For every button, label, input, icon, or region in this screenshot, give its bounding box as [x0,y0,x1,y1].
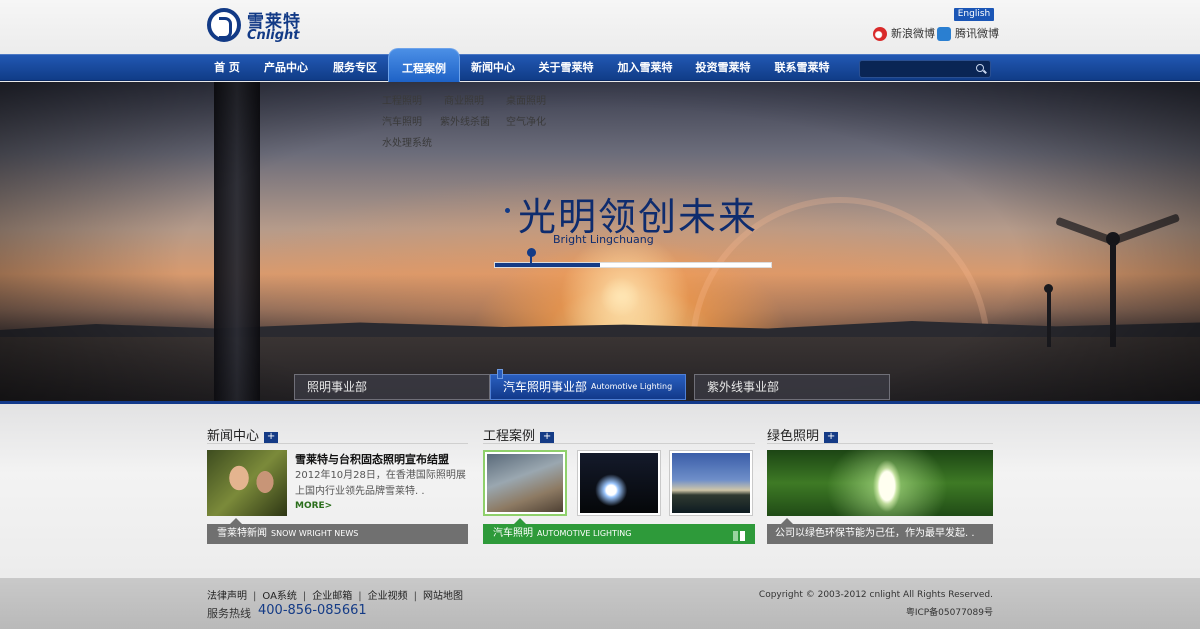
section-title: 工程案例 [483,429,536,444]
hero-tab-label: 紫外线事业部 [707,380,780,394]
hero-tab-lighting[interactable]: 照明事业部 [294,374,490,400]
main-nav: 首 页 产品中心 服务专区 工程案例 新闻中心 关于雪莱特 加入雪莱特 投资雪莱… [0,48,1200,82]
submenu-item[interactable]: 紫外线杀菌 [440,113,490,128]
nav-item-news[interactable]: 新闻中心 [465,55,521,82]
hero-progress[interactable] [494,248,772,268]
case-image [672,453,750,513]
divider [767,443,993,444]
sina-weibo-link[interactable]: 新浪微博 [873,26,935,42]
news-headline[interactable]: 雪莱特与台积固态照明宣布结盟 [295,451,449,467]
green-image[interactable] [767,450,993,516]
separator: | [302,591,307,602]
tencent-weibo-label: 腾讯微博 [955,27,999,40]
nav-item-cases[interactable]: 工程案例 [388,48,460,82]
case-image [580,453,658,513]
header: 雪莱特 Cnlight English 新浪微博 腾讯微博 [0,0,1200,54]
nav-item-service[interactable]: 服务专区 [327,55,383,82]
case-bar[interactable]: 汽车照明 AUTOMOTIVE LIGHTING [483,524,755,544]
page: 雪莱特 Cnlight English 新浪微博 腾讯微博 首 页 产品中心 服… [0,0,1200,629]
nav-item-join[interactable]: 加入雪莱特 [612,55,678,82]
hero-tab-sub: Automotive Lighting [591,382,673,391]
footer-link[interactable]: OA系统 [262,587,297,602]
logo-text-en: Cnlight [247,28,300,43]
section-cases: 工程案例 + [483,425,555,444]
case-thumbnail[interactable] [669,450,753,516]
separator: | [253,591,257,602]
case-thumbnail[interactable] [577,450,661,516]
footer-link[interactable]: 企业视频 [368,587,408,602]
section-green: 绿色照明 + [767,425,839,444]
search-box [859,60,991,82]
submenu-item[interactable]: 桌面照明 [506,92,546,107]
nav-item-contact[interactable]: 联系雪莱特 [769,55,835,82]
footer: 法律声明 | OA系统 | 企业邮箱 | 企业视频 | 网站地图 服务热线 400-856-08… [0,578,1200,629]
sina-weibo-label: 新浪微博 [891,27,935,40]
plus-icon[interactable]: + [824,432,839,443]
slogan-bullet [505,208,510,213]
submenu-item[interactable]: 水处理系统 [382,134,432,149]
section-news: 新闻中心 + [207,425,279,444]
submenu-item[interactable]: 空气净化 [506,113,546,128]
hero-slogan-en: Bright Lingchuang [553,233,654,246]
separator: | [358,591,362,602]
hotline-number: 400-856-085661 [258,603,367,618]
hotline-label: 服务热线 [207,607,251,620]
search-input[interactable] [860,65,970,82]
more-link[interactable]: MORE> [295,501,332,511]
news-bar[interactable]: 雪莱特新闻 SNOW WRIGHT NEWS [207,524,468,544]
hero-tab-automotive[interactable]: 汽车照明事业部 Automotive Lighting [490,369,686,400]
separator: | [413,591,418,602]
submenu-item[interactable]: 工程照明 [382,92,422,107]
nav-item-products[interactable]: 产品中心 [258,55,314,82]
active-tab-marker [497,369,503,379]
tencent-weibo-icon [937,27,951,41]
plus-icon[interactable]: + [264,432,279,443]
case-bar-sub: AUTOMOTIVE LIGHTING [537,529,632,538]
logo-mark-icon [207,8,241,42]
sina-weibo-icon [873,27,887,41]
pager-dots [731,529,749,541]
divider [483,443,755,444]
footer-link[interactable]: 法律声明 [207,587,247,602]
footer-link[interactable]: 企业邮箱 [312,587,352,602]
case-image [487,454,563,512]
plus-icon[interactable]: + [540,432,555,443]
tencent-weibo-link[interactable]: 腾讯微博 [937,26,999,42]
news-description: 2012年10月28日，在香港国际照明展上国内行业领先品牌雪莱特. . [295,470,466,497]
hero-tab-label: 汽车照明事业部 [503,380,588,394]
section-title: 绿色照明 [767,429,820,444]
hero-progress-knob[interactable] [527,248,536,264]
submenu-item[interactable]: 汽车照明 [382,113,422,128]
submenu: 工程照明 商业照明 桌面照明 汽车照明 紫外线杀菌 空气净化 水处理系统 [376,86,558,152]
section-title: 新闻中心 [207,429,260,444]
case-bar-label: 汽车照明 [493,528,533,539]
footer-link[interactable]: 网站地图 [423,587,463,602]
nav-item-home[interactable]: 首 页 [207,55,247,82]
pager-dot[interactable] [733,531,738,541]
divider [207,443,468,444]
copyright: Copyright © 2003-2012 cnlight All Rights… [758,590,993,600]
news-bar-label: 雪莱特新闻 [217,528,267,539]
case-thumbnail[interactable] [483,450,567,516]
green-bar[interactable]: 公司以绿色环保节能为己任，作为最早发起. . [767,524,993,544]
submenu-item[interactable]: 商业照明 [444,92,484,107]
nav-item-about[interactable]: 关于雪莱特 [533,55,599,82]
icp-number[interactable]: 粤ICP备05077089号 [906,605,993,618]
logo[interactable]: 雪莱特 Cnlight [207,6,317,46]
search-icon[interactable] [976,64,984,72]
hero-tab-uv[interactable]: 紫外线事业部 [694,374,890,400]
hero-progress-fill [495,263,600,267]
english-button[interactable]: English [954,8,994,21]
nav-item-invest[interactable]: 投资雪莱特 [690,55,756,82]
hero-tab-label: 照明事业部 [307,380,368,394]
footer-links: 法律声明 | OA系统 | 企业邮箱 | 企业视频 | 网站地图 [207,587,463,602]
news-image[interactable] [207,450,287,516]
pager-dot[interactable] [740,531,745,541]
news-bar-sub: SNOW WRIGHT NEWS [271,529,359,538]
